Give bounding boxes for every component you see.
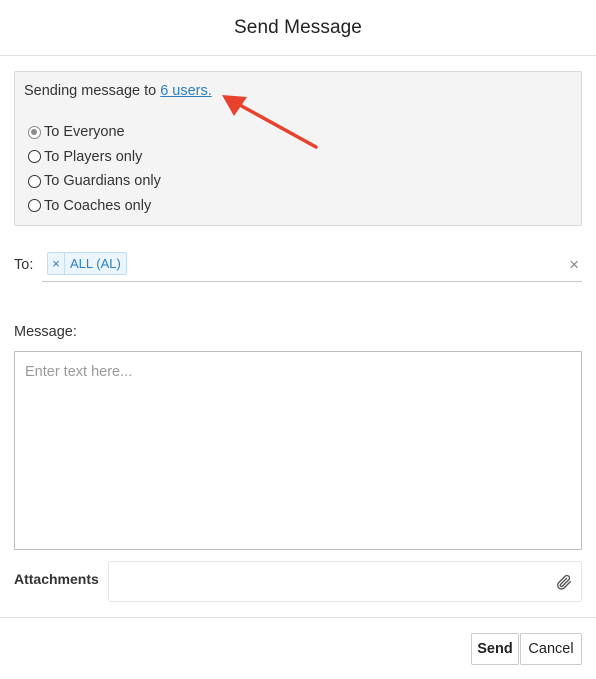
radio-label: To Coaches only [44,197,152,214]
to-label: To: [14,257,34,273]
users-count-link[interactable]: 6 users. [160,83,212,99]
radio-unchecked-icon[interactable] [28,150,41,164]
token-remove-icon[interactable]: × [48,253,65,274]
message-textarea[interactable] [14,351,582,550]
radio-unchecked-icon[interactable] [28,174,41,188]
sending-summary: Sending message to 6 users. [24,83,212,99]
recipient-token: × ALL (AL) [47,252,127,275]
clear-all-icon[interactable]: × [569,256,579,274]
radio-label: To Guardians only [44,173,161,190]
audience-radio-group: To Everyone To Players only To Guardians… [28,120,161,218]
radio-to-coaches[interactable]: To Coaches only [28,194,161,219]
recipient-tag-input[interactable]: × ALL (AL) × [42,249,582,282]
paperclip-icon[interactable] [555,573,573,591]
radio-to-everyone[interactable]: To Everyone [28,120,161,145]
radio-checked-icon[interactable] [28,125,41,139]
send-button[interactable]: Send [471,633,519,665]
sending-prefix: Sending message to [24,83,157,99]
annotation-arrow-icon [222,95,318,149]
dialog-footer: Send Cancel [0,617,596,679]
dialog-header: Send Message [0,0,596,56]
attachments-label: Attachments [14,571,99,587]
radio-to-players[interactable]: To Players only [28,145,161,170]
radio-label: To Everyone [44,124,125,141]
radio-to-guardians[interactable]: To Guardians only [28,169,161,194]
radio-label: To Players only [44,148,143,165]
send-message-dialog: Send Message Sending message to 6 users. … [0,0,596,679]
cancel-button[interactable]: Cancel [520,633,582,665]
dialog-title: Send Message [234,16,362,38]
radio-unchecked-icon[interactable] [28,199,41,213]
attachments-dropzone[interactable] [108,561,582,602]
token-label: ALL (AL) [70,256,121,271]
message-label: Message: [14,324,77,340]
